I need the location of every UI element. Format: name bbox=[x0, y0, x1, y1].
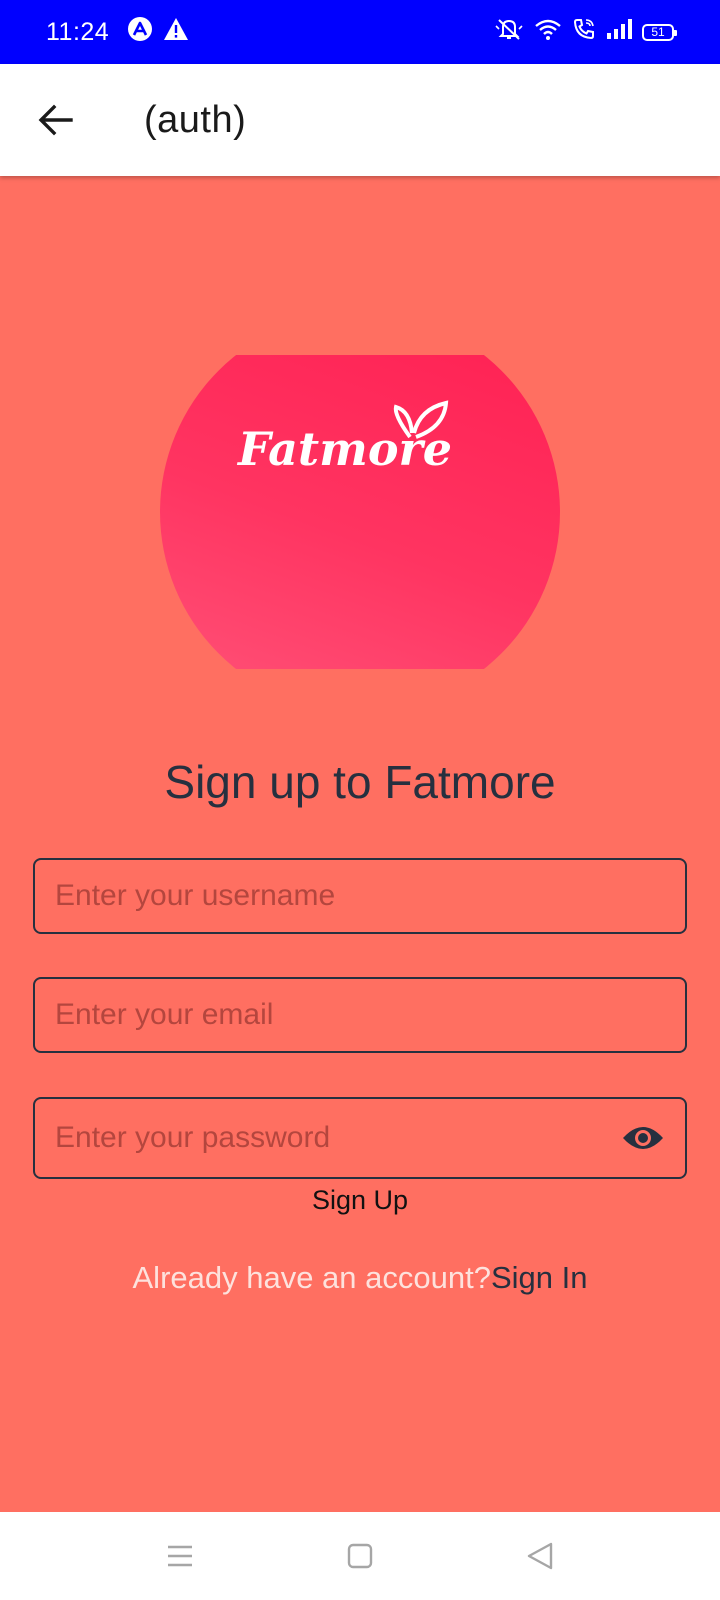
mute-icon bbox=[494, 17, 524, 48]
password-field[interactable] bbox=[33, 1097, 687, 1179]
wifi-icon bbox=[534, 17, 562, 48]
sign-up-button[interactable]: Sign Up bbox=[260, 1180, 460, 1220]
back-button[interactable] bbox=[32, 96, 80, 144]
fatmore-logo: Fatmore bbox=[160, 355, 560, 669]
wifi-call-icon bbox=[572, 17, 596, 48]
logo-wordmark: Fatmore bbox=[236, 400, 452, 476]
arrow-left-icon bbox=[38, 104, 73, 136]
home-button[interactable] bbox=[330, 1526, 390, 1586]
warning-icon bbox=[163, 17, 189, 48]
back-triangle-icon bbox=[527, 1542, 553, 1570]
signin-row: Already have an account?Sign In bbox=[0, 1260, 720, 1296]
eye-icon bbox=[623, 1127, 663, 1149]
username-input[interactable] bbox=[55, 860, 665, 932]
status-left-icons bbox=[127, 16, 189, 49]
email-input[interactable] bbox=[55, 979, 665, 1051]
signin-prompt: Already have an account? bbox=[132, 1260, 491, 1295]
page-title: (auth) bbox=[144, 98, 247, 141]
battery-icon: 51 bbox=[642, 23, 677, 41]
app-bar: (auth) bbox=[0, 64, 720, 176]
email-field[interactable] bbox=[33, 977, 687, 1053]
app-icon bbox=[127, 16, 153, 49]
status-bar: 11:24 51 bbox=[0, 0, 720, 64]
signup-screen: 11:24 51 (auth) Fatmore Sign up to Fatmo… bbox=[0, 0, 720, 1600]
recent-apps-button[interactable] bbox=[150, 1526, 210, 1586]
system-nav-bar bbox=[0, 1512, 720, 1600]
username-field[interactable] bbox=[33, 858, 687, 934]
signal-icon bbox=[606, 18, 632, 47]
status-right-icons: 51 bbox=[494, 17, 677, 48]
menu-icon bbox=[168, 1545, 192, 1567]
password-visibility-toggle[interactable] bbox=[621, 1116, 665, 1160]
password-input[interactable] bbox=[55, 1099, 621, 1177]
sign-in-link[interactable]: Sign In bbox=[491, 1260, 588, 1295]
back-nav-button[interactable] bbox=[510, 1526, 570, 1586]
logo-text: Fatmore bbox=[236, 422, 452, 476]
status-time: 11:24 bbox=[46, 17, 110, 46]
home-square-icon bbox=[347, 1543, 373, 1569]
form-heading: Sign up to Fatmore bbox=[164, 756, 556, 808]
